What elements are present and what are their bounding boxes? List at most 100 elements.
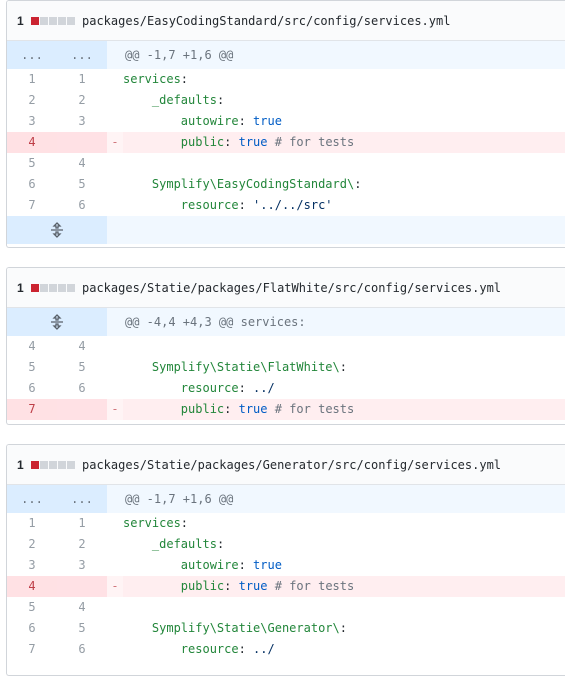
new-line-number[interactable]: 5 [57,357,107,378]
old-line-number[interactable]: 5 [7,357,57,378]
file-header: 1 packages/EasyCodingStandard/src/config… [7,1,565,41]
diff-lines: 1 1 services: 2 2 _defaults: 3 3 autowire: tru… [7,513,565,660]
diffstat-neutral-square [58,460,66,469]
yaml-key: autowire [180,558,239,572]
expand-spacer [107,216,565,244]
new-line-number[interactable]: 5 [57,618,107,639]
old-line-number[interactable]: 1 [7,69,57,90]
yaml-separator: : [224,579,239,593]
file-path[interactable]: packages/EasyCodingStandard/src/config/s… [82,14,450,28]
diffstat-neutral-square [40,16,48,25]
old-line-number[interactable]: 4 [7,132,57,153]
diffstat-neutral-square [67,460,75,469]
old-line-number[interactable]: 5 [7,597,57,618]
new-line-number[interactable] [57,576,107,597]
old-line-number[interactable]: 2 [7,534,57,555]
diff-marker [107,639,123,660]
hunk-header: @@ -4,4 +4,3 @@ services: [7,308,565,336]
yaml-comment: # for tests [267,402,355,416]
new-line-number[interactable]: 5 [57,174,107,195]
diff-marker [107,513,123,534]
code-content: resource: ../ [123,378,565,399]
old-line-number[interactable]: 3 [7,111,57,132]
new-line-number[interactable] [57,399,107,420]
code-content: resource: ../ [123,639,565,660]
diffstat-neutral-square [67,16,75,25]
yaml-string: ../ [253,381,275,395]
code-content [123,336,565,357]
old-line-number[interactable]: 3 [7,555,57,576]
file-header: 1 packages/Statie/packages/Generator/src… [7,445,565,485]
new-line-number[interactable]: 6 [57,378,107,399]
file-path[interactable]: packages/Statie/packages/FlatWhite/src/c… [82,281,501,295]
old-line-number[interactable]: 7 [7,639,57,660]
yaml-key: services [123,516,181,530]
diffstat-neutral-square [49,16,57,25]
new-line-number[interactable]: 1 [57,69,107,90]
yaml-key: resource [180,381,239,395]
new-line-number[interactable]: 4 [57,153,107,174]
new-line-number[interactable]: 3 [57,555,107,576]
diffstat-bar [31,460,76,469]
diff-marker [107,69,123,90]
file-path[interactable]: packages/Statie/packages/Generator/src/c… [82,458,501,472]
diffstat-neutral-square [67,283,75,292]
old-line-number[interactable]: 6 [7,378,57,399]
diff-marker [107,153,123,174]
old-line-number[interactable]: 7 [7,399,57,420]
code-content: autowire: true [123,555,565,576]
old-line-number[interactable]: 2 [7,90,57,111]
new-line-number[interactable]: 6 [57,639,107,660]
yaml-separator: : [216,537,225,551]
code-content: _defaults: [123,90,565,111]
old-line-number[interactable]: 1 [7,513,57,534]
context-line: 33 autowire: true [7,555,565,576]
code-content: _defaults: [123,534,565,555]
new-line-number[interactable]: 2 [57,534,107,555]
new-line-number[interactable]: 2 [57,90,107,111]
new-line-number[interactable]: 4 [57,597,107,618]
new-line-number[interactable]: 4 [57,336,107,357]
expand-old[interactable]: ... [7,485,57,513]
code-content: services: [123,69,565,90]
code-content: autowire: true [123,111,565,132]
code-content: public: true # for tests [123,576,565,597]
diffstat-deleted-square [31,283,39,292]
new-line-number[interactable]: 3 [57,111,107,132]
yaml-separator: : [224,135,239,149]
diffstat-count: 1 [17,13,24,28]
yaml-separator: : [339,360,347,374]
old-line-number[interactable]: 4 [7,576,57,597]
new-line-number[interactable]: 6 [57,195,107,216]
expand-new[interactable]: ... [57,485,107,513]
diff-marker: - [107,132,123,153]
unfold-icon[interactable] [7,216,107,244]
diffstat-count: 1 [17,457,24,472]
unfold-icon[interactable] [7,308,107,336]
expand-new[interactable]: ... [57,41,107,69]
context-line: 76 resource: '../../src' [7,195,565,216]
context-line: 54 [7,597,565,618]
code-content [123,597,565,618]
expand-row[interactable] [7,216,565,244]
context-line: 33 autowire: true [7,111,565,132]
expand-old[interactable]: ... [7,41,57,69]
deleted-line: 4 - public: true # for tests [7,132,565,153]
old-line-number[interactable]: 6 [7,174,57,195]
new-line-number[interactable] [57,132,107,153]
old-line-number[interactable]: 7 [7,195,57,216]
new-line-number[interactable]: 1 [57,513,107,534]
yaml-separator: : [238,114,254,128]
code-content: Symplify\EasyCodingStandard\: [123,174,565,195]
yaml-separator: : [238,381,254,395]
code-content: public: true # for tests [123,399,565,420]
old-line-number[interactable]: 4 [7,336,57,357]
old-line-number[interactable]: 6 [7,618,57,639]
old-line-number[interactable]: 5 [7,153,57,174]
yaml-key: public [180,135,225,149]
